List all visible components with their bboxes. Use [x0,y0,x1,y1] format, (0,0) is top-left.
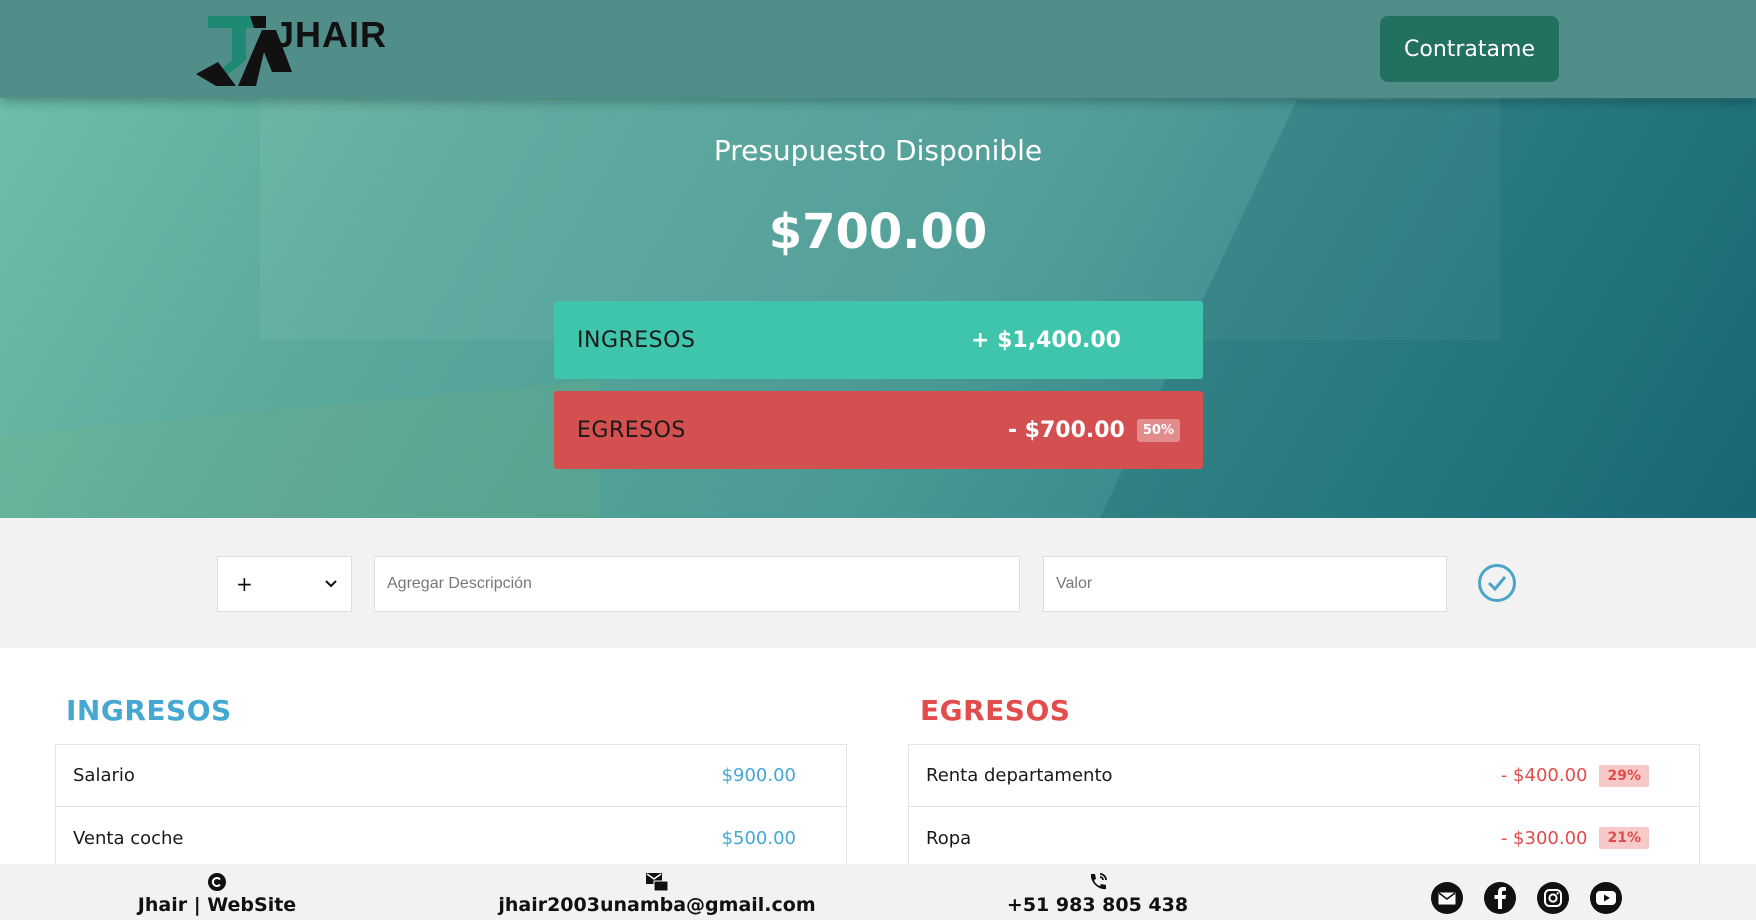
add-entry-bar: + Agregar Descripción Valor [0,518,1756,648]
budget-value: $700.00 [768,204,988,260]
item-percentage-badge: 21% [1599,827,1649,849]
instagram-icon[interactable] [1537,882,1569,914]
footer-email: jhair2003unamba@gmail.com [477,864,837,920]
navbar: JHAIR Contratame [0,0,1756,98]
email-icon[interactable] [1431,882,1463,914]
copyright-text: Jhair | WebSite [137,894,297,916]
expense-percentage-badge: 50% [1136,418,1180,442]
income-list: Salario $900.00 Venta coche $500.00 [55,744,847,870]
item-value: - $300.00 [1500,827,1588,849]
mail-contact-icon [646,870,668,894]
list-item[interactable]: Salario $900.00 [55,744,847,807]
expense-list-title: EGRESOS [920,694,1071,727]
item-description: Venta coche [73,827,184,849]
expense-list: Renta departamento - $400.00 29% Ropa - … [908,744,1700,870]
youtube-icon[interactable] [1590,882,1622,914]
check-circle-icon[interactable] [1478,564,1516,602]
hire-me-button[interactable]: Contratame [1380,16,1559,82]
footer-phone: +51 983 805 438 [990,864,1205,920]
expense-summary: EGRESOS - $700.00 50% [554,391,1203,469]
list-item[interactable]: Renta departamento - $400.00 29% [908,744,1700,807]
phone-icon [1088,870,1108,894]
item-value: $900.00 [721,765,796,786]
expense-summary-label: EGRESOS [577,417,686,443]
brand-name: JHAIR [274,14,388,55]
item-description: Ropa [926,827,972,849]
income-summary: INGRESOS + $1,400.00 [554,301,1203,379]
description-input[interactable]: Agregar Descripción [374,556,1020,612]
list-item[interactable]: Ropa - $300.00 21% [908,807,1700,870]
item-value: - $400.00 [1500,765,1588,786]
footer-copyright: Jhair | WebSite [117,864,317,920]
chevron-down-icon [325,576,337,592]
email-text[interactable]: jhair2003unamba@gmail.com [498,894,815,916]
item-value: $500.00 [721,827,796,849]
social-links [1431,882,1622,914]
income-summary-total: + $1,400.00 [971,327,1121,353]
item-description: Salario [73,765,135,786]
list-item[interactable]: Venta coche $500.00 [55,807,847,870]
copyright-icon [208,870,226,894]
phone-text[interactable]: +51 983 805 438 [1007,894,1188,916]
type-select-value: + [236,572,253,596]
expense-summary-total: - $700.00 [1007,417,1125,443]
item-description: Renta departamento [926,765,1113,786]
facebook-icon[interactable] [1484,882,1516,914]
budget-title: Presupuesto Disponible [713,134,1043,167]
item-percentage-badge: 29% [1599,764,1649,787]
hero-background-shape [0,380,600,518]
income-summary-label: INGRESOS [577,327,696,353]
type-select[interactable]: + [217,556,352,612]
value-input[interactable]: Valor [1043,556,1447,612]
income-list-title: INGRESOS [66,694,232,727]
